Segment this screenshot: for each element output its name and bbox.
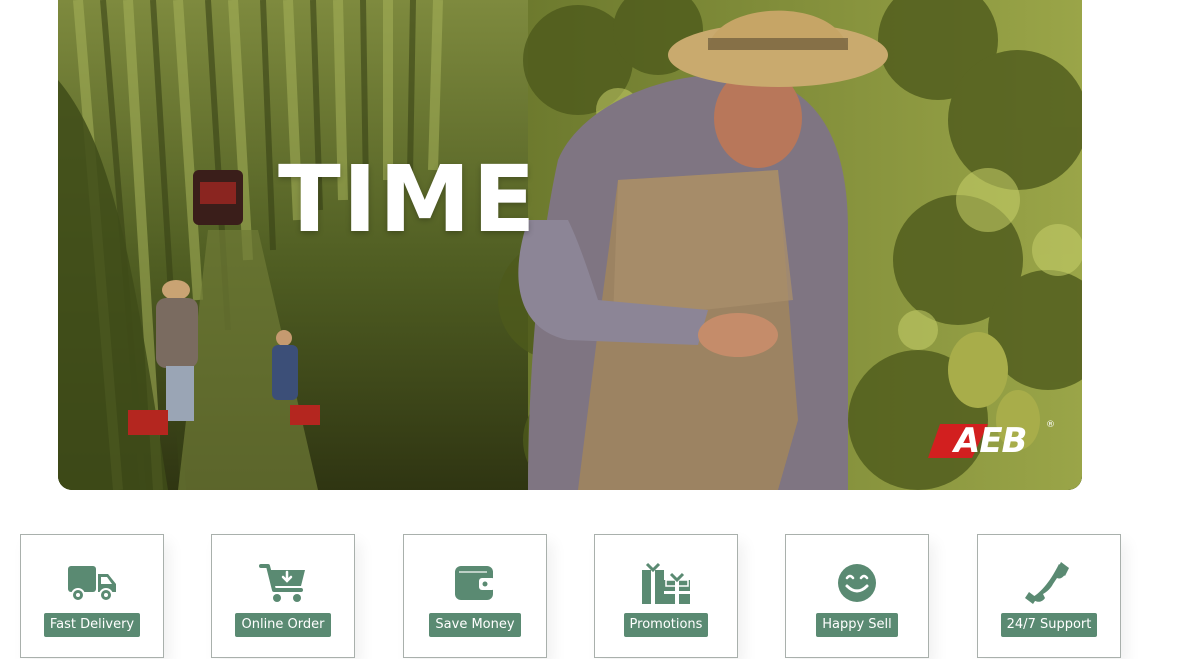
wallet-icon	[451, 562, 499, 604]
page: TIME AEB ® Fast Delivery Online Order Sa…	[0, 0, 1198, 659]
feature-card-save-money[interactable]: Save Money	[403, 534, 547, 658]
feature-label: Save Money	[429, 613, 521, 637]
hero-video[interactable]: TIME AEB ®	[58, 0, 1082, 490]
logo-registered-mark: ®	[1046, 420, 1055, 430]
feature-label: Happy Sell	[816, 613, 898, 637]
phone-icon	[1025, 562, 1073, 604]
smile-icon	[833, 562, 881, 604]
feature-label: Fast Delivery	[43, 613, 141, 637]
logo-text: AEB	[954, 421, 1027, 461]
feature-label: Online Order	[235, 613, 331, 637]
feature-label: Promotions	[623, 613, 709, 637]
cart-icon	[259, 562, 307, 604]
aeb-logo: AEB ®	[928, 420, 1055, 462]
vineyard-scene-image	[58, 0, 1082, 490]
feature-card-happy-sell[interactable]: Happy Sell	[785, 534, 929, 658]
truck-icon	[68, 562, 116, 604]
features-row: Fast Delivery Online Order Save Money Pr…	[20, 534, 1130, 658]
hero-overlay-text: TIME	[278, 146, 538, 253]
feature-card-fast-delivery[interactable]: Fast Delivery	[20, 534, 164, 658]
feature-card-online-order[interactable]: Online Order	[211, 534, 355, 658]
feature-label: 24/7 Support	[1000, 613, 1098, 637]
feature-card-promotions[interactable]: Promotions	[594, 534, 738, 658]
feature-card-support[interactable]: 24/7 Support	[977, 534, 1121, 658]
gifts-icon	[642, 562, 690, 604]
